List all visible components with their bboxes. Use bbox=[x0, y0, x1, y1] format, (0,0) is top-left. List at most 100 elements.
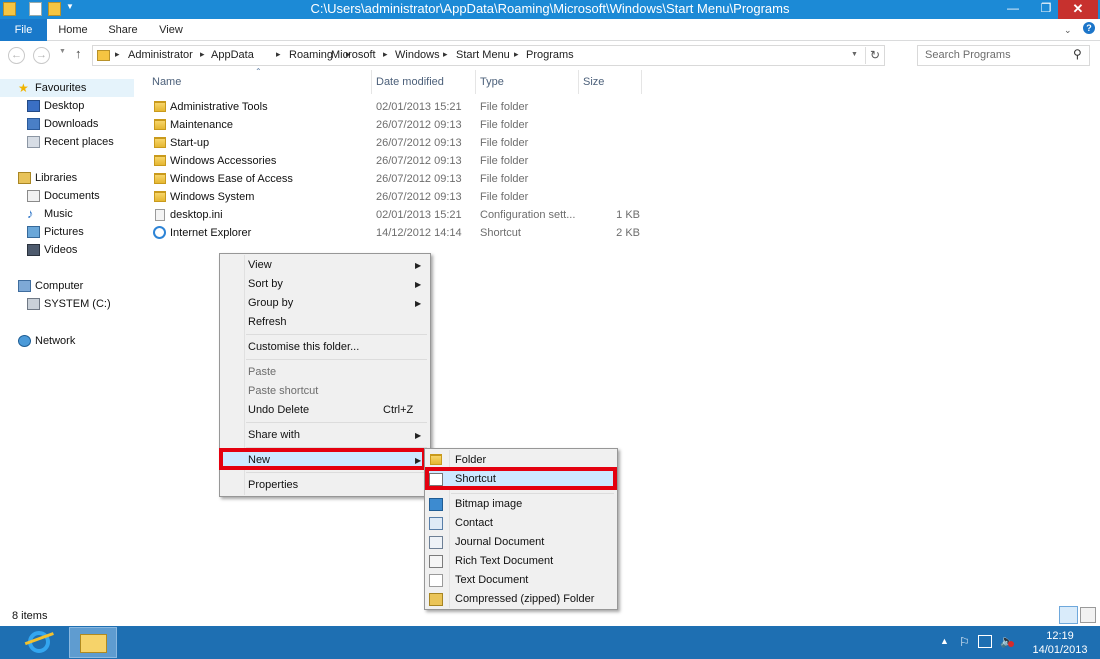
network-status-icon[interactable] bbox=[978, 635, 992, 648]
ie-shortcut-icon bbox=[153, 226, 166, 239]
nav-libraries[interactable]: Libraries bbox=[18, 169, 77, 187]
navigation-pane: ★ Favourites Desktop Downloads Recent pl… bbox=[0, 70, 137, 610]
submenu-arrow-icon: ▶ bbox=[415, 280, 422, 289]
address-row: ← → ▼ ↑ ▸ Administrator ▸ AppData ▸ Roam… bbox=[0, 41, 1100, 69]
folder-icon bbox=[154, 137, 166, 148]
tab-view[interactable]: View bbox=[154, 19, 188, 41]
star-icon: ★ bbox=[18, 81, 29, 95]
ini-file-icon bbox=[155, 209, 165, 221]
column-header-name[interactable]: Name bbox=[152, 76, 181, 88]
address-bar[interactable]: ▸ Administrator ▸ AppData ▸ Roaming ▸ Mi… bbox=[92, 45, 885, 66]
submenu-arrow-icon: ▶ bbox=[415, 261, 422, 270]
submenu-arrow-icon: ▶ bbox=[415, 431, 422, 440]
forward-button[interactable]: → bbox=[33, 47, 50, 64]
back-button[interactable]: ← bbox=[8, 47, 25, 64]
file-row[interactable]: Windows Ease of Access 26/07/2012 09:13 … bbox=[150, 170, 650, 188]
menu-item-share-with[interactable]: Share with bbox=[248, 429, 300, 441]
recent-places-icon bbox=[27, 136, 40, 148]
folder-icon bbox=[154, 191, 166, 202]
nav-music[interactable]: ♪ Music bbox=[27, 205, 73, 223]
tab-home[interactable]: Home bbox=[55, 19, 91, 41]
menu-item-properties[interactable]: Properties bbox=[248, 479, 298, 491]
file-row[interactable]: Administrative Tools 02/01/2013 15:21 Fi… bbox=[150, 98, 650, 116]
show-hidden-icons-icon[interactable]: ▲ bbox=[940, 636, 949, 646]
tab-file[interactable]: File bbox=[0, 19, 47, 41]
menu-item-view[interactable]: View bbox=[248, 259, 272, 271]
recent-locations-icon[interactable]: ▼ bbox=[59, 48, 66, 55]
refresh-icon[interactable]: ↻ bbox=[870, 48, 880, 62]
documents-icon bbox=[27, 190, 40, 202]
breadcrumb-windows[interactable]: Windows bbox=[395, 49, 440, 61]
search-input[interactable]: Search Programs ⚲ bbox=[917, 45, 1090, 66]
nav-downloads[interactable]: Downloads bbox=[27, 115, 98, 133]
menu-item-refresh[interactable]: Refresh bbox=[248, 316, 287, 328]
file-explorer-taskbar-icon[interactable] bbox=[69, 627, 117, 658]
menu-item-contact[interactable]: Contact bbox=[455, 517, 493, 529]
up-button[interactable]: ↑ bbox=[75, 46, 82, 61]
breadcrumb-appdata[interactable]: AppData bbox=[211, 49, 254, 61]
menu-item-text-document[interactable]: Text Document bbox=[455, 574, 528, 586]
undo-delete-shortcut: Ctrl+Z bbox=[383, 404, 414, 416]
nav-desktop[interactable]: Desktop bbox=[27, 97, 84, 115]
breadcrumb-programs[interactable]: Programs bbox=[526, 49, 574, 61]
help-icon[interactable]: ? bbox=[1083, 22, 1095, 34]
taskbar: ▲ ⚐ 🔈 12:19 14/01/2013 bbox=[0, 626, 1100, 659]
nav-favourites[interactable]: ★ Favourites bbox=[18, 79, 86, 97]
file-row[interactable]: Internet Explorer 14/12/2012 14:14 Short… bbox=[150, 224, 650, 242]
minimize-button[interactable]: — bbox=[1003, 0, 1023, 19]
menu-item-bitmap[interactable]: Bitmap image bbox=[455, 498, 522, 510]
file-row[interactable]: Windows System 26/07/2012 09:13 File fol… bbox=[150, 188, 650, 206]
expand-ribbon-icon[interactable]: ⌄ bbox=[1064, 25, 1072, 36]
menu-item-rich-text[interactable]: Rich Text Document bbox=[455, 555, 553, 567]
libraries-icon bbox=[18, 172, 31, 184]
ie-taskbar-icon[interactable] bbox=[22, 628, 58, 658]
nav-computer[interactable]: Computer bbox=[18, 277, 83, 295]
computer-icon bbox=[18, 280, 31, 292]
menu-item-customise[interactable]: Customise this folder... bbox=[248, 341, 359, 353]
nav-system-drive[interactable]: SYSTEM (C:) bbox=[27, 295, 111, 313]
close-button[interactable]: ✕ bbox=[1058, 0, 1098, 19]
file-row[interactable]: Maintenance 26/07/2012 09:13 File folder bbox=[150, 116, 650, 134]
clock-date[interactable]: 14/01/2013 bbox=[1030, 644, 1090, 656]
nav-network[interactable]: Network bbox=[18, 332, 75, 350]
maximize-button[interactable]: ❐ bbox=[1036, 0, 1056, 19]
menu-item-group-by[interactable]: Group by bbox=[248, 297, 293, 309]
folder-icon bbox=[154, 173, 166, 184]
nav-documents[interactable]: Documents bbox=[27, 187, 100, 205]
breadcrumb-roaming[interactable]: Roaming bbox=[289, 49, 333, 61]
breadcrumb-microsoft[interactable]: Microsoft bbox=[331, 49, 376, 61]
status-item-count: 8 items bbox=[12, 610, 48, 622]
details-view-icon[interactable] bbox=[1059, 606, 1078, 624]
clock-time[interactable]: 12:19 bbox=[1030, 630, 1090, 642]
breadcrumb-administrator[interactable]: Administrator bbox=[128, 49, 193, 61]
search-icon[interactable]: ⚲ bbox=[1073, 47, 1082, 61]
menu-item-sort-by[interactable]: Sort by bbox=[248, 278, 283, 290]
highlight-shortcut bbox=[425, 467, 617, 490]
nav-recent-places[interactable]: Recent places bbox=[27, 133, 114, 151]
journal-icon bbox=[429, 536, 443, 549]
search-placeholder: Search Programs bbox=[925, 49, 1011, 61]
pictures-icon bbox=[27, 226, 40, 238]
action-center-flag-icon[interactable]: ⚐ bbox=[959, 635, 970, 649]
file-row[interactable]: desktop.ini 02/01/2013 15:21 Configurati… bbox=[150, 206, 650, 224]
column-header-size[interactable]: Size bbox=[583, 76, 604, 88]
nav-pictures[interactable]: Pictures bbox=[27, 223, 84, 241]
column-header-date[interactable]: Date modified bbox=[376, 76, 444, 88]
menu-item-journal[interactable]: Journal Document bbox=[455, 536, 544, 548]
folder-icon bbox=[430, 454, 442, 465]
text-document-icon bbox=[429, 574, 443, 587]
file-row[interactable]: Start-up 26/07/2012 09:13 File folder bbox=[150, 134, 650, 152]
column-header-type[interactable]: Type bbox=[480, 76, 504, 88]
menu-item-folder[interactable]: Folder bbox=[455, 454, 486, 466]
menu-item-undo-delete[interactable]: Undo Delete bbox=[248, 404, 309, 416]
file-row[interactable]: Windows Accessories 26/07/2012 09:13 Fil… bbox=[150, 152, 650, 170]
menu-item-paste-shortcut: Paste shortcut bbox=[248, 385, 319, 397]
menu-item-compressed-folder[interactable]: Compressed (zipped) Folder bbox=[455, 593, 594, 605]
network-icon bbox=[18, 335, 31, 347]
nav-videos[interactable]: Videos bbox=[27, 241, 77, 259]
breadcrumb-start-menu[interactable]: Start Menu bbox=[456, 49, 510, 61]
bitmap-icon bbox=[429, 498, 443, 511]
address-dropdown-icon[interactable]: ▼ bbox=[851, 51, 858, 58]
tab-share[interactable]: Share bbox=[104, 19, 142, 41]
large-icons-view-icon[interactable] bbox=[1080, 607, 1096, 623]
